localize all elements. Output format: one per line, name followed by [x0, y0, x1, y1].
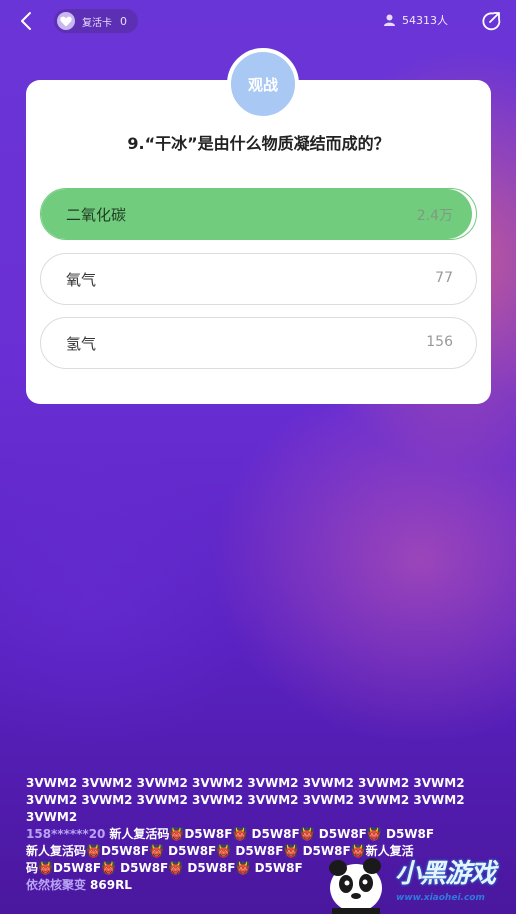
answer-option-3-count: 156 [426, 334, 453, 350]
chat-line: 3VWM2 3VWM2 3VWM2 3VWM2 3VWM2 3VWM2 3VWM… [26, 793, 465, 807]
top-bar: 复活卡 0 54313人 [0, 0, 516, 42]
back-arrow-icon[interactable] [16, 10, 38, 32]
answer-option-2-label: 氧气 [66, 271, 97, 289]
question-text: 9.“干冰”是由什么物质凝结而成的？ [127, 134, 390, 153]
watch-mode-badge: 观战 [227, 48, 299, 120]
heart-icon [57, 12, 75, 30]
chat-username: 158******20 [26, 827, 106, 841]
logo-text: 小黑游戏 [395, 859, 496, 889]
answer-option-1[interactable]: 二氧化碳 2.4万 [40, 188, 477, 240]
answer-option-2-count: 77 [435, 270, 453, 286]
answer-option-3[interactable]: 氢气 156 [40, 317, 477, 369]
viewer-count: 54313人 [384, 12, 448, 28]
person-icon [384, 14, 395, 26]
revive-card-label: 复活卡 [82, 17, 112, 29]
chat-line: 3VWM2 3VWM2 3VWM2 3VWM2 3VWM2 3VWM2 3VWM… [26, 776, 465, 790]
answer-option-2[interactable]: 氧气 77 [40, 253, 477, 305]
chat-line: 3VWM2 [26, 810, 78, 824]
answer-option-1-label: 二氧化碳 [66, 206, 127, 224]
revive-card-pill[interactable]: 复活卡 0 [54, 9, 138, 33]
viewer-count-text: 54313人 [402, 14, 448, 27]
chat-faded-line: ——— [26, 766, 66, 772]
chat-message-text: 新人复活码👹D5W8F👹 D5W8F👹 D5W8F👹 D5W8F [109, 827, 435, 841]
logo-url: www.xiaohei.com [396, 893, 485, 903]
chat-message-text: 869RL [90, 878, 132, 892]
chat-message: 158******20 新人复活码👹D5W8F👹 D5W8F👹 D5W8F👹 D5… [26, 826, 466, 843]
answer-option-3-label: 氢气 [66, 335, 97, 353]
chat-username: 依然核聚变 [26, 878, 87, 892]
revive-card-count: 0 [120, 14, 127, 28]
share-icon[interactable] [480, 10, 502, 32]
answer-option-1-count: 2.4万 [416, 208, 453, 224]
